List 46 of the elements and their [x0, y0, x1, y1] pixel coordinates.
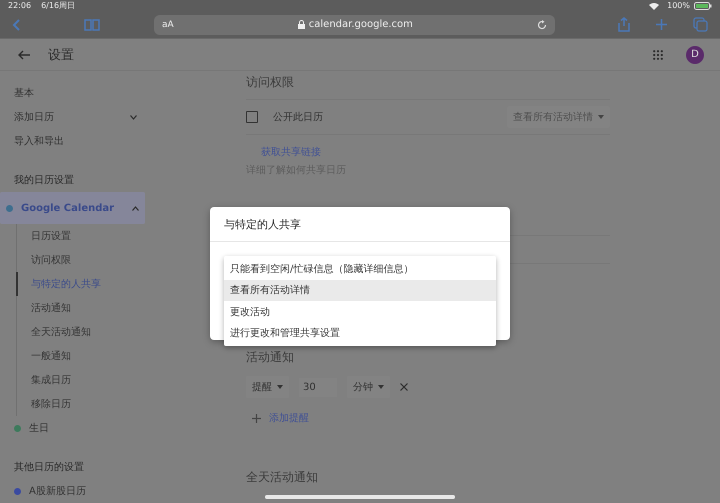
sidebar-item[interactable]: 生日 [0, 416, 145, 440]
battery-icon [694, 2, 712, 10]
battery-percent: 100% [667, 1, 690, 10]
back-arrow-icon[interactable] [18, 50, 30, 60]
url-text: calendar.google.com [308, 19, 413, 30]
sidebar-heading: 我的日历设置 [13, 174, 75, 188]
lock-icon [298, 20, 305, 30]
sidebar-subitem[interactable]: 与特定的人共享 [16, 272, 145, 296]
sidebar-subitem[interactable]: 活动通知 [16, 296, 145, 320]
sidebar-subitem[interactable]: 一般通知 [16, 344, 145, 368]
sidebar-subitem[interactable]: 移除日历 [16, 392, 145, 416]
section-title: 活动通知 [246, 348, 295, 366]
add-notification-link[interactable]: 添加提醒 [252, 411, 309, 425]
apps-grid-icon[interactable] [653, 50, 663, 60]
sidebar-item[interactable]: 添加日历 [0, 105, 145, 129]
sidebar-item[interactable]: Google Calendar [0, 192, 145, 224]
section-title: 访问权限 [246, 74, 295, 90]
text-size-button[interactable]: aA [162, 20, 174, 30]
close-icon[interactable] [400, 383, 408, 391]
page-title: 设置 [48, 46, 74, 64]
menu-option[interactable]: 查看所有活动详情 [224, 280, 496, 301]
sidebar-item[interactable]: 导入和导出 [0, 129, 145, 153]
sidebar-heading: 其他日历的设置 [13, 460, 85, 475]
sidebar-subitem[interactable]: 全天活动通知 [16, 320, 145, 344]
caret-icon [378, 385, 384, 390]
sidebar-subitem[interactable]: 日历设置 [16, 224, 145, 248]
menu-option[interactable]: 只能看到空闲/忙碌信息（隐藏详细信息） [224, 258, 496, 280]
menu-option[interactable]: 更改活动 [224, 301, 496, 322]
dialog-title: 与特定的人共享 [210, 207, 510, 242]
sidebar-subitem[interactable]: 访问权限 [16, 248, 145, 272]
checkbox-label: 公开此日历 [273, 110, 323, 124]
sidebar-subitem[interactable]: 集成日历 [16, 368, 145, 392]
avatar[interactable]: D [686, 46, 704, 64]
reload-icon[interactable] [537, 20, 547, 30]
section-title: 全天活动通知 [246, 468, 319, 486]
menu-option[interactable]: 进行更改和管理共享设置 [224, 322, 496, 344]
sidebar-item[interactable]: 基本 [0, 81, 145, 105]
wifi-icon [649, 2, 660, 10]
status-time: 22:06 [8, 1, 32, 10]
caret-icon [598, 115, 604, 120]
sidebar-item[interactable]: A股新股日历 [0, 479, 145, 503]
address-bar[interactable]: aA calendar.google.com [154, 14, 555, 35]
status-date: 6/16周日 [41, 0, 76, 12]
plus-icon [252, 414, 261, 422]
caret-icon [277, 385, 283, 390]
share-link[interactable]: 获取共享链接 [261, 145, 610, 161]
